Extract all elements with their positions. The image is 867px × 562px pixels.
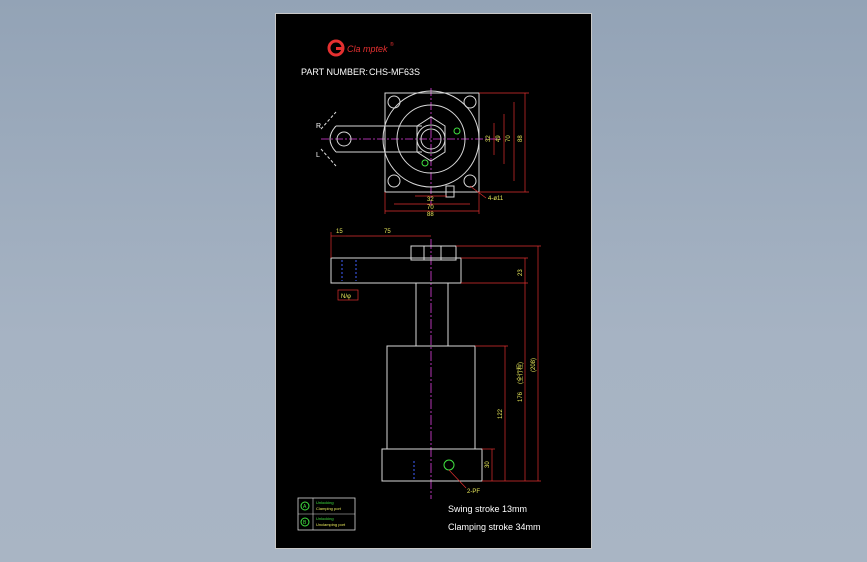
legend-a-line1: Unlocking: [316, 500, 334, 505]
side-dimensions: [330, 232, 541, 489]
dim-30: 30: [485, 461, 491, 468]
piston-rod: [415, 282, 449, 347]
side-dim-texts: 15 75 23 176 (全行程) (208) 122 30 2-PF N/φ: [336, 229, 537, 495]
top-view: [320, 88, 501, 206]
cad-drawing: Cla mptek ® PART NUMBER: CHS-MF63S R L 3…: [297, 39, 541, 532]
dim-ports: 2-PF: [467, 489, 480, 495]
mount-hole-br: [463, 174, 477, 188]
dim-88v: 88: [518, 135, 524, 142]
brand-logo: Cla mptek ®: [327, 39, 394, 57]
side-port: [443, 459, 455, 471]
legend-marker-b: B: [303, 520, 307, 526]
legend-a-line2: Clamping port: [316, 506, 342, 511]
clamping-stroke-note: Clamping stroke 34mm: [448, 522, 541, 532]
dim-70h: 70: [427, 205, 434, 211]
side-label-l: L: [316, 152, 320, 159]
dim-49v: 49: [496, 135, 502, 142]
dim-23: 23: [518, 269, 524, 276]
side-view: [330, 239, 483, 499]
part-number-value: CHS-MF63S: [369, 67, 420, 77]
top-dim-texts: 32 49 70 88 32 70 88 4-ø11: [427, 135, 524, 218]
side-label-r: R: [316, 123, 321, 130]
drawing-sheet: Cla mptek ® PART NUMBER: CHS-MF63S R L 3…: [275, 13, 592, 549]
legend-b-line2: Unclamping port: [316, 522, 346, 527]
dim-32v: 32: [486, 135, 492, 142]
part-number-label: PART NUMBER:: [301, 67, 368, 77]
port-a-marker: [453, 127, 461, 135]
dim-122: 122: [498, 408, 504, 419]
brand-mark: ®: [390, 41, 394, 48]
dim-holes: 4-ø11: [488, 196, 504, 202]
brand-logo-bar: [336, 47, 343, 50]
swing-line-l: [320, 148, 337, 167]
brand-name: Cla mptek: [347, 44, 388, 54]
dim-75: 75: [384, 229, 391, 235]
dim-nut: N/φ: [341, 294, 351, 300]
port-legend: A B Unlocking Clamping port Unlocking Un…: [297, 497, 356, 531]
ports-leader: [448, 469, 467, 489]
dim-15: 15: [336, 229, 343, 235]
side-arm: [330, 257, 462, 284]
swing-stroke-note: Swing stroke 13mm: [448, 504, 527, 514]
legend-marker-a: A: [303, 504, 307, 510]
swing-line-r: [320, 111, 337, 130]
base-block: [381, 448, 483, 482]
dim-32h: 32: [427, 197, 434, 203]
dim-70v: 70: [506, 135, 512, 142]
top-dimensions: [384, 92, 529, 214]
legend-b-line1: Unlocking: [316, 516, 334, 521]
dim-176: 176: [518, 391, 524, 402]
mount-hole-bl: [387, 174, 401, 188]
port-b-marker: [421, 159, 429, 167]
dim-208: (208): [531, 358, 537, 372]
dim-176-note: (全行程): [516, 362, 524, 384]
mount-hole-tl: [387, 95, 401, 109]
dim-88h: 88: [427, 212, 434, 218]
